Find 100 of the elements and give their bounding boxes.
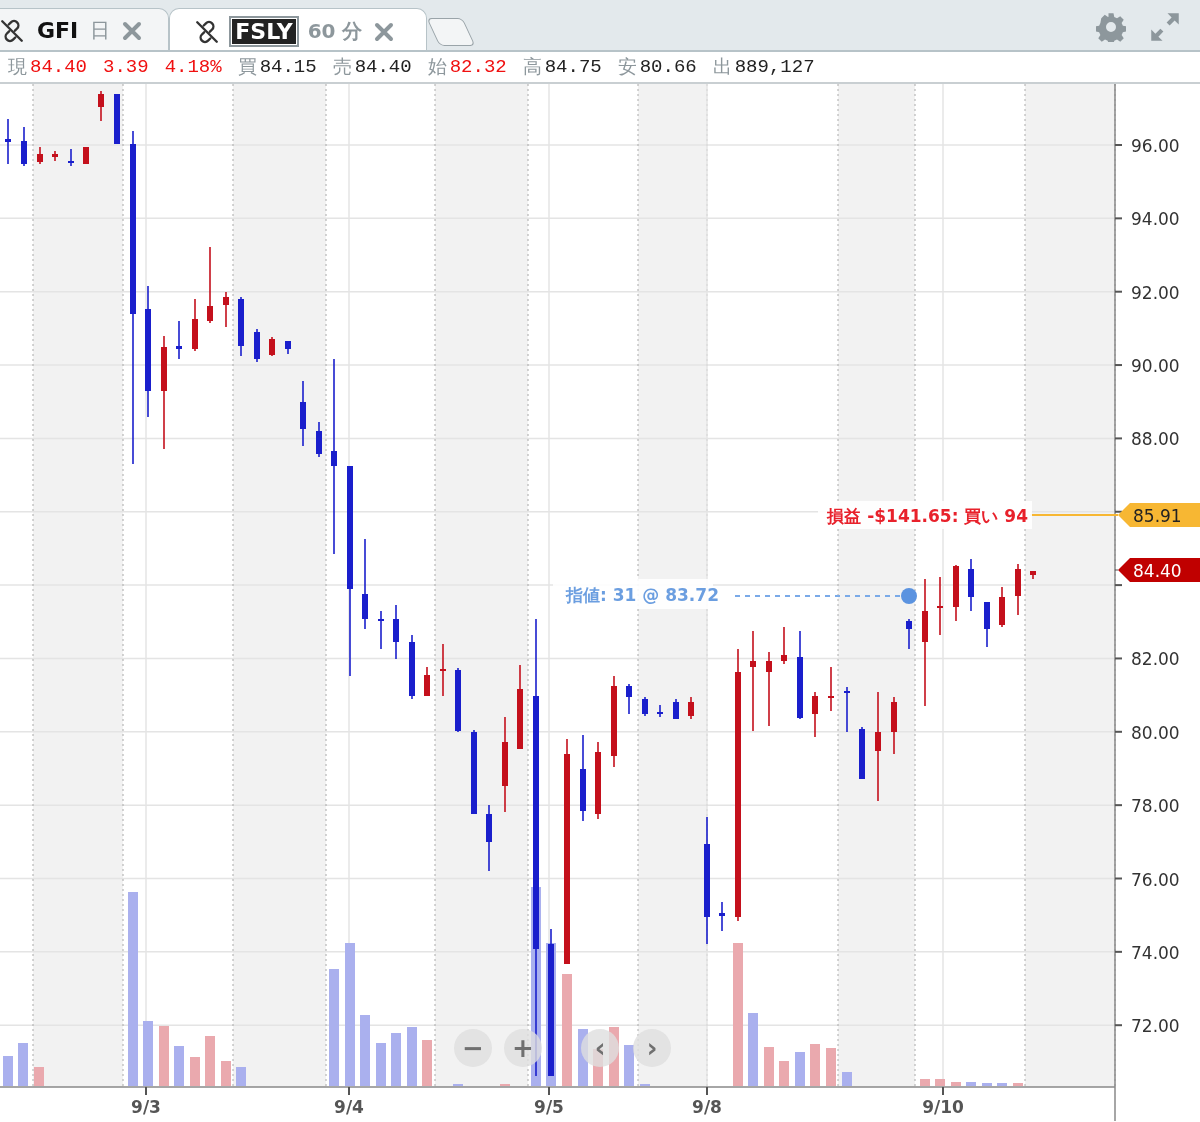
volume-bar (920, 1079, 930, 1086)
ticker-symbol: GFI (37, 18, 79, 43)
price-axis-label: 94.00 (1131, 209, 1180, 230)
price-axis-label: 82.00 (1131, 649, 1180, 670)
settings-icon[interactable] (1096, 12, 1126, 42)
candle (626, 683, 632, 715)
candle (238, 296, 244, 357)
chart-tab[interactable]: GFI 日 (0, 8, 170, 50)
candle (409, 634, 415, 700)
volume-bar (221, 1061, 231, 1086)
candle (953, 564, 959, 622)
candle (455, 667, 461, 733)
candle (21, 126, 27, 167)
volume-bar (982, 1083, 992, 1086)
candle (968, 558, 974, 612)
candle (673, 698, 679, 720)
volume-bar (810, 1044, 820, 1086)
candle (52, 150, 58, 162)
quote-label: 安 (617, 54, 637, 79)
candle (424, 666, 430, 697)
candle (891, 696, 897, 755)
candle (68, 148, 74, 167)
chart-tab[interactable]: FSLY 60 分 (169, 8, 428, 50)
volume-bar (236, 1067, 246, 1086)
close-icon[interactable] (122, 20, 143, 41)
volume-bar (159, 1026, 169, 1086)
volume-bar (360, 1015, 370, 1086)
quote-label: 買 (237, 54, 257, 79)
price-axis-label: 78.00 (1131, 796, 1180, 817)
quote-value: 80.66 (639, 56, 697, 78)
date-axis-label: 9/10 (922, 1097, 964, 1117)
volume-bar (391, 1033, 401, 1086)
chart-nav-button[interactable]: › (633, 1029, 671, 1067)
quote-label: 現 (8, 54, 27, 79)
candle (906, 618, 912, 650)
quote-label: 始 (427, 54, 447, 79)
chart-nav-button[interactable]: ‹ (581, 1029, 619, 1067)
candle (37, 146, 43, 165)
chart-nav-button[interactable]: − (454, 1029, 492, 1067)
volume-bar (624, 1045, 634, 1086)
price-axis-label: 92.00 (1131, 282, 1180, 303)
volume-bar (3, 1056, 13, 1086)
quote-value: 84.40 (30, 56, 87, 78)
last-price-tag: 84.40 (1118, 558, 1200, 582)
candle (844, 686, 850, 733)
price-axis-label: 72.00 (1131, 1016, 1180, 1037)
candle (83, 146, 89, 165)
candle (98, 90, 104, 122)
candle (828, 666, 834, 712)
new-tab-button[interactable] (426, 18, 476, 46)
quote-value: 84.40 (354, 56, 412, 78)
candle (719, 901, 725, 932)
chart-nav-button[interactable]: + (504, 1029, 542, 1067)
volume-bar (407, 1027, 417, 1086)
candle (688, 696, 694, 720)
volume-bar (779, 1061, 789, 1086)
candle (192, 298, 198, 352)
quote-label: 出 (712, 54, 732, 79)
candle (285, 340, 291, 355)
volume-bar (764, 1047, 774, 1086)
date-axis-label: 9/5 (534, 1097, 564, 1117)
candle (378, 610, 384, 650)
limit-order-label: 指値: 31 @ 83.72 (553, 579, 719, 609)
candle (223, 291, 229, 328)
candle (642, 696, 648, 717)
position-pnl-label: 損益 -$141.65: 買い 94 (818, 501, 1032, 529)
order-handle[interactable] (901, 588, 917, 604)
price-axis-label: 76.00 (1131, 869, 1180, 890)
interval-label: 60 分 (307, 18, 363, 45)
quote-value: 84.15 (259, 56, 317, 78)
candle (316, 421, 322, 458)
close-icon[interactable] (374, 21, 395, 42)
price-axis-label: 80.00 (1131, 722, 1180, 743)
volume-bar (966, 1082, 976, 1086)
candle (486, 804, 492, 872)
date-axis-label: 9/3 (131, 1097, 161, 1117)
expand-icon[interactable] (1150, 12, 1180, 42)
price-tag: 85.91 (1118, 503, 1200, 527)
candle (937, 576, 943, 636)
unlink-icon[interactable] (194, 18, 221, 45)
price-axis-label: 74.00 (1131, 942, 1180, 963)
quote-label: 高 (522, 54, 542, 79)
ticker-symbol: FSLY (232, 19, 296, 44)
candle (269, 336, 275, 357)
quote-value: 84.75 (544, 56, 602, 78)
unlink-icon[interactable] (0, 17, 25, 44)
volume-bar (18, 1043, 28, 1086)
quote-value: 82.32 (449, 56, 507, 78)
candle (984, 601, 990, 648)
candle (781, 626, 787, 665)
volume-bar (951, 1082, 961, 1086)
volume-bar (997, 1083, 1007, 1086)
volume-bar (1013, 1083, 1023, 1086)
volume-bar (795, 1052, 805, 1086)
quote-value: 889,127 (734, 56, 815, 78)
volume-bar (205, 1036, 215, 1086)
date-axis-label: 9/4 (334, 1097, 364, 1117)
volume-bar (935, 1079, 945, 1086)
volume-bar (376, 1043, 386, 1086)
candle (440, 643, 446, 697)
